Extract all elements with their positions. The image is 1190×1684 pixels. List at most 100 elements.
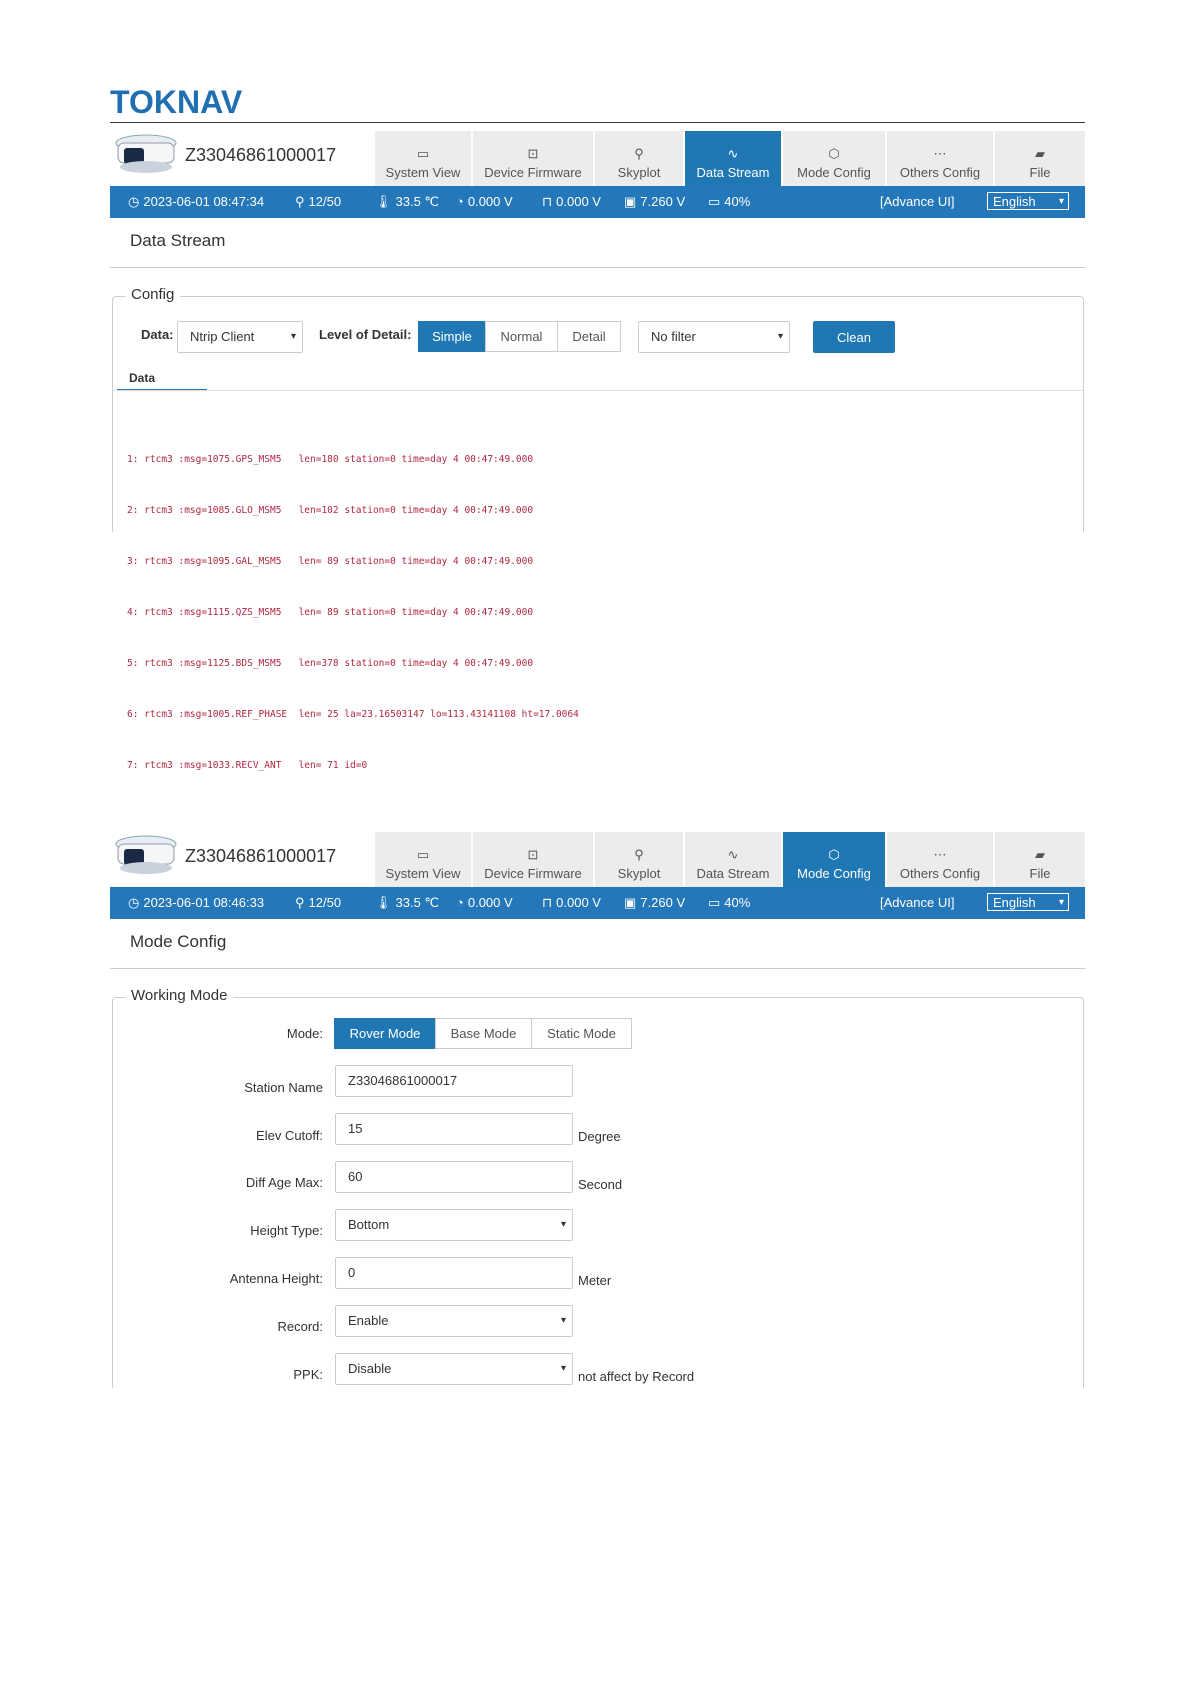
- clock-icon: ◷: [128, 895, 140, 910]
- log-line: 3: rtcm3 :msg=1095.GAL_MSM5 len= 89 stat…: [127, 556, 534, 567]
- tab-label: System View: [385, 866, 461, 881]
- status-v1: ◔ 0.000 V: [456, 194, 513, 209]
- log-line: 1: rtcm3 :msg=1075.GPS_MSM5 len=180 stat…: [127, 454, 534, 465]
- satellite-icon: ⚲: [634, 146, 644, 161]
- status-v3: ▣ 7.260 V: [624, 194, 685, 210]
- title-rule: [110, 267, 1085, 268]
- status-temp-value: 33.5 ℃: [395, 895, 440, 910]
- base-mode-button[interactable]: Base Mode: [435, 1018, 532, 1049]
- status-sats-value: 12/50: [308, 194, 342, 209]
- chevron-down-icon: ▾: [1058, 897, 1064, 908]
- status-bar: ◷ 2023-06-01 08:47:34 ⚲ 12/50 🌡 33.5 ℃ ◔ 0.0…: [110, 186, 1085, 218]
- tab-device-firmware[interactable]: ⊡ Device Firmware: [473, 832, 593, 887]
- status-v2: ⊓ 0.000 V: [542, 194, 601, 210]
- ppk-note: not affect by Record: [578, 1369, 695, 1384]
- filter-select[interactable]: No filter ▾: [638, 321, 790, 353]
- tab-label: File: [1029, 866, 1051, 881]
- ppk-label: PPK:: [293, 1367, 323, 1382]
- ellipsis-icon: ⋯: [933, 847, 947, 862]
- tab-mode-config[interactable]: ⬡ Mode Config: [783, 131, 885, 186]
- data-source-select[interactable]: Ntrip Client ▾: [177, 321, 303, 353]
- data-subtab[interactable]: Data: [129, 371, 155, 385]
- nav-tabs: ▭ System View ⊡ Device Firmware ⚲ Skyplot ∿…: [375, 131, 1087, 186]
- detail-normal-button[interactable]: Normal: [485, 321, 558, 352]
- fieldset-legend: Config: [125, 286, 181, 303]
- calendar-icon: ▣: [624, 895, 637, 910]
- status-v1: ◔ 0.000 V: [456, 895, 513, 910]
- tab-file[interactable]: ▰ File: [995, 131, 1085, 186]
- satellite-icon: ⚲: [634, 847, 644, 862]
- station-name-input[interactable]: Z33046861000017: [335, 1065, 573, 1097]
- status-v2-value: 0.000 V: [556, 194, 601, 209]
- device-serial: Z33046861000017: [185, 145, 337, 165]
- cube-icon: ⬡: [828, 146, 840, 161]
- gauge-icon: ◔: [456, 895, 464, 910]
- tab-skyplot[interactable]: ⚲ Skyplot: [595, 131, 683, 186]
- antenna-height-unit: Meter: [578, 1273, 612, 1288]
- advance-ui-link[interactable]: [Advance UI]: [880, 895, 954, 910]
- record-select[interactable]: Enable ▾: [335, 1305, 573, 1337]
- screen-mode-config: Z33046861000017 ▭ System View ⊡ Device Fir…: [110, 832, 1085, 1388]
- status-temp-value: 33.5 ℃: [395, 194, 440, 209]
- status-v1-value: 0.000 V: [467, 194, 513, 209]
- advance-ui-link[interactable]: [Advance UI]: [880, 194, 954, 209]
- monitor-icon: ▭: [416, 146, 430, 161]
- folder-icon: ▰: [1035, 146, 1045, 161]
- status-v2: ⊓ 0.000 V: [542, 895, 601, 911]
- receiver-device-icon: [115, 134, 177, 173]
- subtab-rule: [113, 390, 1083, 391]
- elev-cutoff-input[interactable]: 15: [335, 1113, 573, 1145]
- tab-system-view[interactable]: ▭ System View: [375, 832, 471, 887]
- toknav-logo: TOKNAV: [110, 84, 243, 120]
- language-select[interactable]: English ▾: [987, 893, 1069, 911]
- rover-mode-button[interactable]: Rover Mode: [334, 1018, 436, 1049]
- log-line: 7: rtcm3 :msg=1033.RECV_ANT len= 71 id=0: [127, 760, 368, 771]
- status-battery-value: 40%: [724, 194, 751, 209]
- language-value: English: [993, 194, 1036, 209]
- device-serial: Z33046861000017: [185, 846, 337, 866]
- status-v3: ▣ 7.260 V: [624, 895, 685, 911]
- tab-skyplot[interactable]: ⚲ Skyplot: [595, 832, 683, 887]
- tab-label: Mode Config: [797, 866, 871, 881]
- fieldset-legend: Working Mode: [125, 987, 234, 1004]
- detail-label: Level of Detail:: [319, 327, 412, 342]
- diff-age-max-unit: Second: [578, 1177, 623, 1192]
- status-time: ◷ 2023-06-01 08:47:34: [128, 194, 264, 210]
- clean-button[interactable]: Clean: [813, 321, 895, 353]
- chevron-down-icon: ▾: [1058, 196, 1064, 207]
- diff-age-max-input[interactable]: 60: [335, 1161, 573, 1193]
- record-label: Record:: [277, 1319, 323, 1334]
- log-line: 6: rtcm3 :msg=1005.REF_PHASE len= 25 la=…: [127, 709, 579, 720]
- thermometer-icon: 🌡: [375, 895, 392, 910]
- tab-data-stream[interactable]: ∿ Data Stream: [685, 832, 781, 887]
- antenna-height-input[interactable]: 0: [335, 1257, 573, 1289]
- tab-label: Data Stream: [696, 165, 770, 180]
- filter-value: No filter: [651, 329, 696, 344]
- elev-cutoff-unit: Degree: [578, 1129, 621, 1144]
- tab-label: Skyplot: [617, 866, 661, 881]
- tab-device-firmware[interactable]: ⊡ Device Firmware: [473, 131, 593, 186]
- static-mode-button[interactable]: Static Mode: [531, 1018, 632, 1049]
- tab-others-config[interactable]: ⋯ Others Config: [887, 131, 993, 186]
- tab-system-view[interactable]: ▭ System View: [375, 131, 471, 186]
- status-v2-value: 0.000 V: [556, 895, 601, 910]
- detail-detail-button[interactable]: Detail: [557, 321, 621, 352]
- record-value: Enable: [348, 1313, 389, 1328]
- log-line: 2: rtcm3 :msg=1085.GLO_MSM5 len=102 stat…: [127, 505, 534, 516]
- tab-file[interactable]: ▰ File: [995, 832, 1085, 887]
- language-select[interactable]: English ▾: [987, 192, 1069, 210]
- detail-simple-button[interactable]: Simple: [418, 321, 486, 352]
- height-type-value: Bottom: [348, 1217, 390, 1232]
- antenna-height-label: Antenna Height:: [229, 1271, 323, 1286]
- status-battery: ▭ 40%: [708, 895, 750, 911]
- status-v3-value: 7.260 V: [640, 895, 686, 910]
- gauge-icon: ◔: [456, 194, 464, 209]
- height-type-select[interactable]: Bottom ▾: [335, 1209, 573, 1241]
- title-rule: [110, 968, 1085, 969]
- ppk-select[interactable]: Disable ▾: [335, 1353, 573, 1385]
- tab-others-config[interactable]: ⋯ Others Config: [887, 832, 993, 887]
- tab-mode-config[interactable]: ⬡ Mode Config: [783, 832, 885, 887]
- tab-data-stream[interactable]: ∿ Data Stream: [685, 131, 781, 186]
- logo-text: TOKNAV: [110, 84, 243, 120]
- receiver-device-icon: [115, 835, 177, 874]
